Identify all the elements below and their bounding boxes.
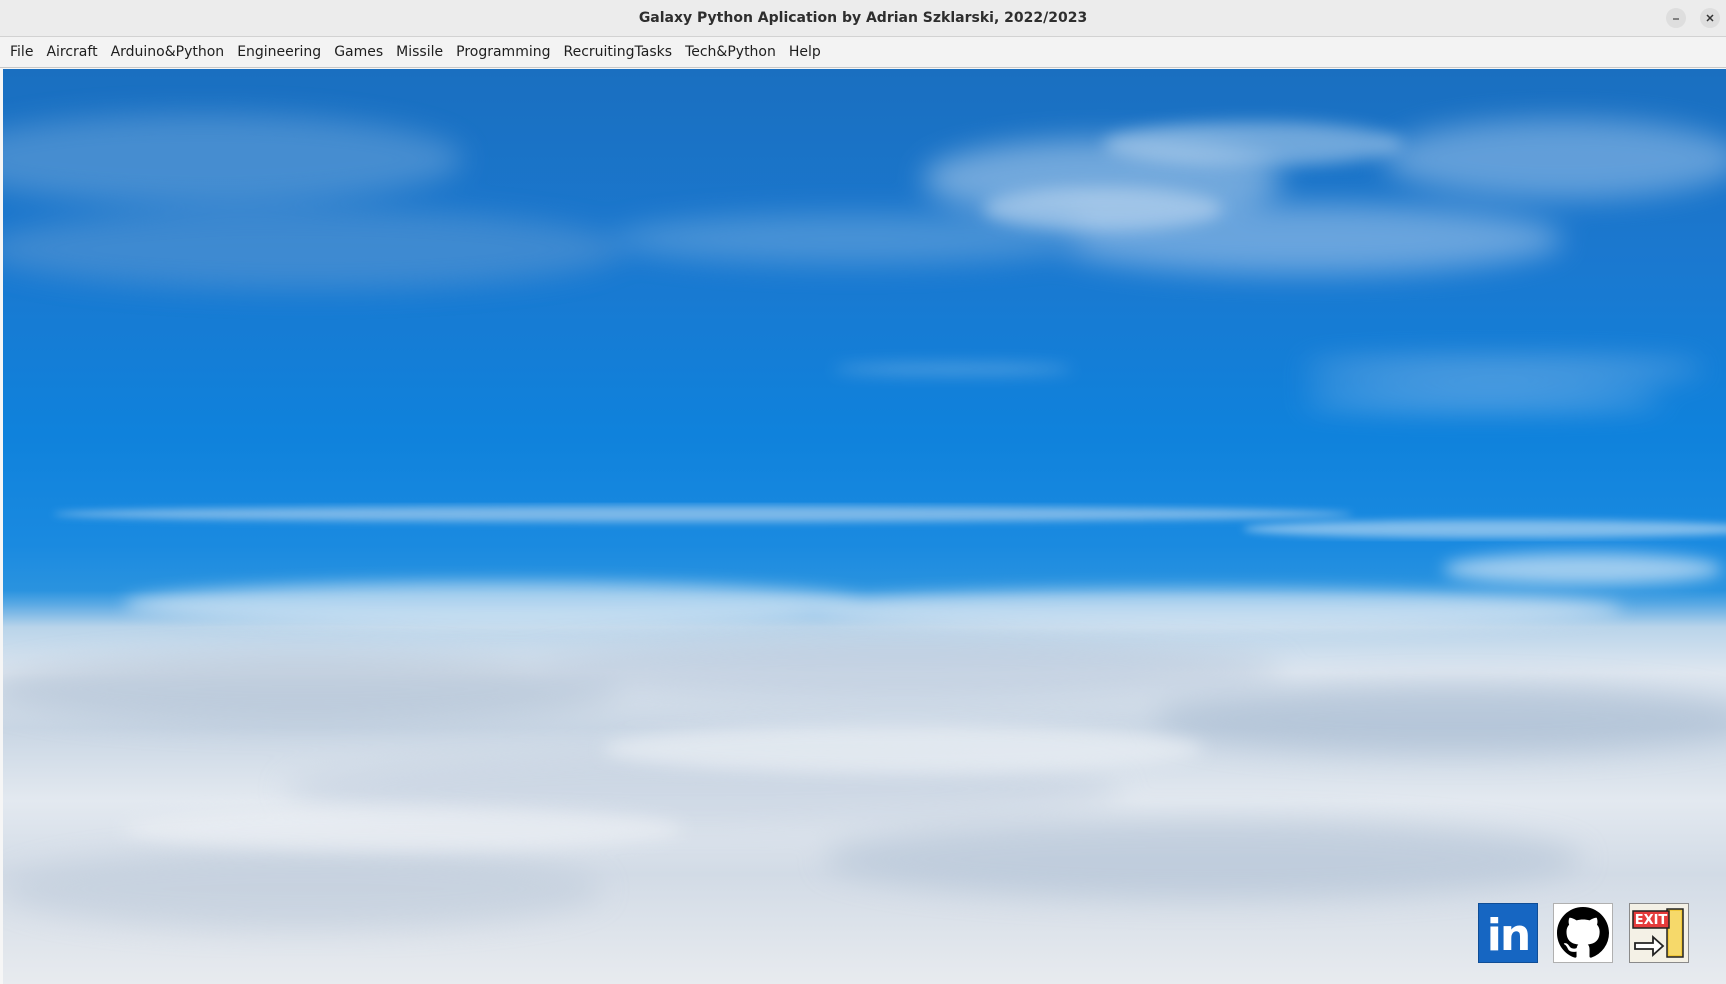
sky-background-image xyxy=(3,69,1726,984)
app-window: Galaxy Python Aplication by Adrian Szkla… xyxy=(0,0,1726,984)
linkedin-icon: in xyxy=(1486,910,1531,961)
linkedin-button[interactable]: in xyxy=(1478,903,1538,963)
close-button[interactable] xyxy=(1700,8,1720,28)
minimize-button[interactable] xyxy=(1666,8,1686,28)
cloud-layer xyxy=(3,114,1726,929)
minimize-icon xyxy=(1673,18,1679,20)
menu-games[interactable]: Games xyxy=(328,40,389,64)
github-icon xyxy=(1557,907,1609,958)
exit-icon: EXIT xyxy=(1632,908,1684,958)
exit-sign-label: EXIT xyxy=(1635,913,1668,928)
menu-recruiting-tasks[interactable]: RecruitingTasks xyxy=(557,40,678,64)
menu-programming[interactable]: Programming xyxy=(450,40,556,64)
exit-button[interactable]: EXIT xyxy=(1629,903,1689,963)
menu-missile[interactable]: Missile xyxy=(390,40,449,64)
title-bar[interactable]: Galaxy Python Aplication by Adrian Szkla… xyxy=(0,0,1726,37)
github-button[interactable] xyxy=(1553,903,1613,963)
menu-aircraft[interactable]: Aircraft xyxy=(40,40,103,64)
menu-tech-python[interactable]: Tech&Python xyxy=(679,40,782,64)
menu-arduino-python[interactable]: Arduino&Python xyxy=(105,40,231,64)
close-icon xyxy=(1706,14,1714,22)
menu-help[interactable]: Help xyxy=(783,40,827,64)
window-title: Galaxy Python Aplication by Adrian Szkla… xyxy=(638,10,1088,26)
menu-bar: File Aircraft Arduino&Python Engineering… xyxy=(0,37,1726,68)
menu-engineering[interactable]: Engineering xyxy=(231,40,327,64)
menu-file[interactable]: File xyxy=(4,40,39,64)
